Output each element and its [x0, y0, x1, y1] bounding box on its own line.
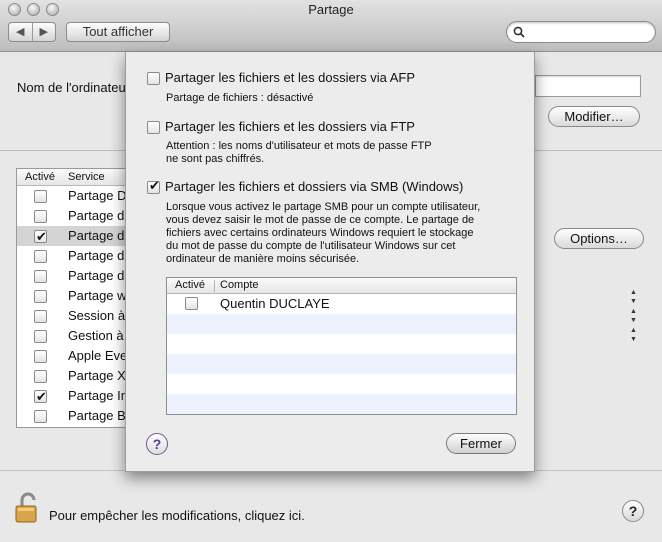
service-label: Partage web: [68, 288, 127, 303]
popup-arrows-icon: ▲ ▼: [630, 327, 637, 343]
ftp-warning-line-2: ne sont pas chiffrés.: [166, 153, 265, 165]
service-row[interactable]: Partage de fichiers: [17, 226, 127, 247]
search-icon: [513, 26, 525, 38]
account-checkbox[interactable]: [185, 297, 198, 310]
afp-status-note: Partage de fichiers : désactivé: [166, 92, 314, 104]
service-checkbox[interactable]: [34, 370, 47, 383]
smb-note-line: vous devez saisir le mot de passe de ce …: [166, 214, 475, 226]
edit-computer-name-button[interactable]: Modifier…: [548, 106, 640, 127]
service-row[interactable]: Partage d'imprimantes: [17, 246, 127, 266]
service-checkbox[interactable]: [34, 310, 47, 323]
service-row[interactable]: Apple Events à distance: [17, 346, 127, 366]
back-arrow-icon[interactable]: ◀: [9, 23, 32, 41]
service-row[interactable]: Partage d'écran: [17, 206, 127, 226]
service-label: Session à distance: [68, 308, 127, 323]
options-button[interactable]: Options…: [554, 228, 644, 249]
account-row: [167, 394, 516, 414]
accounts-col-account[interactable]: Compte: [220, 278, 259, 293]
help-button[interactable]: ?: [622, 500, 644, 522]
services-list: Activé Service Partage DVD Partage d'écra…: [16, 168, 128, 428]
popup-arrows-icon: ▲ ▼: [630, 289, 637, 305]
service-checkbox[interactable]: [34, 227, 47, 247]
service-label: Partage Bluetooth: [68, 408, 128, 423]
nav-back-forward: ◀ ▶: [8, 22, 56, 42]
account-row[interactable]: Quentin DUCLAYE: [167, 294, 516, 314]
service-checkbox[interactable]: [34, 190, 47, 203]
window-title: Partage: [308, 2, 354, 17]
service-checkbox[interactable]: [34, 250, 47, 263]
file-sharing-options-sheet: Partager les fichiers et les dossiers vi…: [125, 52, 535, 472]
service-label: Partage d'imprimantes: [68, 248, 127, 263]
show-all-button[interactable]: Tout afficher: [66, 22, 170, 42]
smb-checkbox[interactable]: [147, 178, 160, 194]
service-row[interactable]: Session à distance: [17, 306, 127, 326]
account-row: [167, 334, 516, 354]
service-checkbox[interactable]: [34, 387, 47, 407]
services-list-header: Activé Service: [17, 169, 127, 186]
service-checkbox[interactable]: [34, 290, 47, 303]
service-row[interactable]: Partage Internet: [17, 386, 128, 407]
service-label: Partage DVD: [68, 188, 127, 203]
service-row[interactable]: Partage Bluetooth: [17, 406, 127, 426]
service-label: Partage Xgrid: [68, 368, 127, 383]
smb-note-line: fichiers avec certains ordinateurs Windo…: [166, 227, 474, 239]
service-label: Partage d'écran: [68, 208, 127, 223]
service-checkbox[interactable]: [34, 330, 47, 343]
account-name: Quentin DUCLAYE: [220, 296, 330, 311]
smb-accounts-table: Activé Compte Quentin DUCLAYE: [166, 277, 517, 415]
ftp-checkbox[interactable]: [147, 121, 160, 134]
col-service-header[interactable]: Service: [68, 169, 105, 185]
service-row[interactable]: Partage DVD: [17, 186, 127, 206]
service-checkbox[interactable]: [34, 350, 47, 363]
service-label: Partage Internet: [68, 388, 128, 403]
accounts-table-header: Activé Compte: [167, 278, 516, 294]
column-divider: [214, 280, 215, 292]
computer-name-field[interactable]: [535, 75, 641, 97]
lock-icon[interactable]: [14, 492, 40, 524]
computer-name-label: Nom de l'ordinateur: [17, 80, 131, 95]
bottom-bar: Pour empêcher les modifications, cliquez…: [0, 470, 662, 542]
col-active-header[interactable]: Activé: [25, 169, 55, 185]
service-row[interactable]: Partage de scanners: [17, 266, 127, 286]
service-label: Apple Events à distance: [68, 348, 128, 363]
afp-checkbox[interactable]: [147, 72, 160, 85]
smb-note-line: ordinateur de manière moins sécurisée.: [166, 253, 360, 265]
account-row: [167, 374, 516, 394]
search-input[interactable]: [506, 21, 656, 43]
service-row[interactable]: Gestion à distance: [17, 326, 127, 346]
lock-message[interactable]: Pour empêcher les modifications, cliquez…: [49, 508, 305, 523]
ftp-warning-line-1: Attention : les noms d'utilisateur et mo…: [166, 140, 432, 152]
forward-arrow-icon[interactable]: ▶: [31, 23, 56, 41]
service-checkbox[interactable]: [34, 410, 47, 423]
service-label: Partage de fichiers: [68, 228, 127, 243]
smb-note-line: du mot de passe du compte de l'utilisate…: [166, 240, 456, 252]
accounts-col-active[interactable]: Activé: [175, 278, 205, 293]
service-checkbox[interactable]: [34, 270, 47, 283]
service-row[interactable]: Partage Xgrid: [17, 366, 127, 386]
service-checkbox[interactable]: [34, 210, 47, 223]
service-label: Gestion à distance: [68, 328, 127, 343]
smb-option-label[interactable]: Partager les fichiers et dossiers via SM…: [165, 179, 463, 194]
ftp-option-label[interactable]: Partager les fichiers et les dossiers vi…: [165, 119, 415, 134]
close-sheet-button[interactable]: Fermer: [446, 433, 516, 454]
afp-option-label[interactable]: Partager les fichiers et les dossiers vi…: [165, 70, 415, 85]
sheet-help-button[interactable]: ?: [146, 433, 168, 455]
account-row: [167, 354, 516, 374]
window-titlebar: Partage ◀ ▶ Tout afficher: [0, 0, 662, 52]
smb-note-line: Lorsque vous activez le partage SMB pour…: [166, 201, 481, 213]
service-row[interactable]: Partage web: [17, 286, 127, 306]
popup-arrows-icon: ▲ ▼: [630, 308, 637, 324]
service-label: Partage de scanners: [68, 268, 127, 283]
account-row: [167, 314, 516, 334]
